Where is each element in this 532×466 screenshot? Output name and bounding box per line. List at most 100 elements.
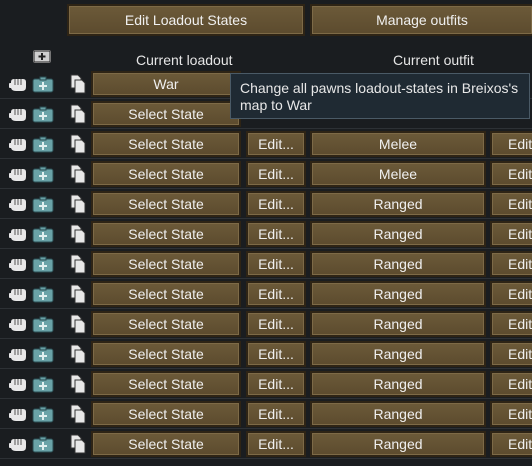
outfit-button[interactable]: Melee: [310, 131, 486, 157]
edit-outfit-button[interactable]: Edit...: [490, 191, 532, 217]
fist-icon[interactable]: [8, 226, 28, 244]
medical-kit-icon[interactable]: [32, 106, 54, 123]
edit-outfit-button[interactable]: Edit...: [490, 371, 532, 397]
medical-kit-icon[interactable]: [32, 136, 54, 153]
copy-icon[interactable]: [70, 314, 86, 334]
edit-loadout-button[interactable]: Edit...: [246, 401, 306, 427]
outfit-button[interactable]: Ranged: [310, 341, 486, 367]
select-state-button[interactable]: Select State: [91, 311, 241, 337]
fist-icon[interactable]: [8, 196, 28, 214]
select-state-button[interactable]: Select State: [91, 161, 241, 187]
fist-icon[interactable]: [8, 76, 28, 94]
edit-outfit-button[interactable]: Edit...: [490, 401, 532, 427]
fist-icon[interactable]: [8, 406, 28, 424]
copy-icon[interactable]: [70, 404, 86, 424]
select-state-button[interactable]: Select State: [91, 101, 241, 127]
edit-loadout-button[interactable]: Edit...: [246, 281, 306, 307]
edit-outfit-button[interactable]: Edit...: [490, 341, 532, 367]
fist-icon[interactable]: [8, 316, 28, 334]
row-divider: [0, 278, 532, 279]
edit-loadout-button[interactable]: Edit...: [246, 191, 306, 217]
current-loadout-header: Current loadout: [136, 52, 233, 68]
row-divider: [0, 368, 532, 369]
fist-icon[interactable]: [8, 346, 28, 364]
edit-outfit-button[interactable]: Edit...: [490, 281, 532, 307]
select-state-button[interactable]: Select State: [91, 281, 241, 307]
row-divider: [0, 128, 532, 129]
select-state-button[interactable]: Select State: [91, 191, 241, 217]
medical-kit-icon[interactable]: [32, 346, 54, 363]
medical-kit-icon[interactable]: [32, 316, 54, 333]
outfit-button[interactable]: Ranged: [310, 401, 486, 427]
fist-icon[interactable]: [8, 376, 28, 394]
medical-kit-icon[interactable]: [32, 166, 54, 183]
copy-icon[interactable]: [70, 254, 86, 274]
fist-icon[interactable]: [8, 286, 28, 304]
outfit-button[interactable]: Ranged: [310, 371, 486, 397]
select-state-button[interactable]: Select State: [91, 401, 241, 427]
select-state-button[interactable]: Select State: [91, 341, 241, 367]
row-divider: [0, 218, 532, 219]
medical-kit-icon[interactable]: [32, 286, 54, 303]
edit-outfit-button[interactable]: Edit...: [490, 221, 532, 247]
edit-outfit-button[interactable]: Edit...: [490, 131, 532, 157]
outfit-button[interactable]: Melee: [310, 161, 486, 187]
tooltip: Change all pawns loadout-states in Breix…: [230, 73, 530, 119]
fist-icon[interactable]: [8, 166, 28, 184]
fist-icon[interactable]: [8, 436, 28, 454]
edit-loadout-button[interactable]: Edit...: [246, 311, 306, 337]
select-state-button[interactable]: Select State: [91, 131, 241, 157]
row-divider: [0, 338, 532, 339]
medical-kit-icon[interactable]: [32, 436, 54, 453]
medical-kit-icon[interactable]: [32, 196, 54, 213]
medical-kit-icon[interactable]: [32, 376, 54, 393]
copy-icon[interactable]: [70, 224, 86, 244]
edit-outfit-button[interactable]: Edit...: [490, 161, 532, 187]
row-divider: [0, 308, 532, 309]
row-divider: [0, 158, 532, 159]
edit-loadout-button[interactable]: Edit...: [246, 221, 306, 247]
edit-outfit-button[interactable]: Edit...: [490, 431, 532, 457]
outfit-button[interactable]: Ranged: [310, 251, 486, 277]
medical-kit-icon[interactable]: [32, 76, 54, 93]
add-icon[interactable]: [33, 50, 51, 63]
medical-kit-icon[interactable]: [32, 406, 54, 423]
copy-icon[interactable]: [70, 164, 86, 184]
copy-icon[interactable]: [70, 374, 86, 394]
medical-kit-icon[interactable]: [32, 226, 54, 243]
copy-icon[interactable]: [70, 194, 86, 214]
fist-icon[interactable]: [8, 136, 28, 154]
edit-loadout-button[interactable]: Edit...: [246, 431, 306, 457]
select-state-button[interactable]: Select State: [91, 431, 241, 457]
row-divider: [0, 398, 532, 399]
select-state-button[interactable]: War: [91, 71, 241, 97]
edit-loadout-states-button[interactable]: Edit Loadout States: [67, 4, 305, 36]
outfit-button[interactable]: Ranged: [310, 311, 486, 337]
select-state-button[interactable]: Select State: [91, 251, 241, 277]
copy-icon[interactable]: [70, 104, 86, 124]
edit-loadout-button[interactable]: Edit...: [246, 371, 306, 397]
edit-loadout-button[interactable]: Edit...: [246, 341, 306, 367]
row-divider: [0, 458, 532, 459]
fist-icon[interactable]: [8, 256, 28, 274]
edit-loadout-button[interactable]: Edit...: [246, 251, 306, 277]
edit-loadout-button[interactable]: Edit...: [246, 131, 306, 157]
outfit-button[interactable]: Ranged: [310, 431, 486, 457]
edit-outfit-button[interactable]: Edit...: [490, 311, 532, 337]
copy-icon[interactable]: [70, 344, 86, 364]
copy-icon[interactable]: [70, 434, 86, 454]
edit-loadout-button[interactable]: Edit...: [246, 161, 306, 187]
outfit-button[interactable]: Ranged: [310, 221, 486, 247]
medical-kit-icon[interactable]: [32, 256, 54, 273]
current-outfit-header: Current outfit: [393, 52, 474, 68]
outfit-button[interactable]: Ranged: [310, 281, 486, 307]
manage-outfits-button[interactable]: Manage outfits: [310, 4, 532, 36]
fist-icon[interactable]: [8, 106, 28, 124]
copy-icon[interactable]: [70, 284, 86, 304]
outfit-button[interactable]: Ranged: [310, 191, 486, 217]
select-state-button[interactable]: Select State: [91, 221, 241, 247]
select-state-button[interactable]: Select State: [91, 371, 241, 397]
edit-outfit-button[interactable]: Edit...: [490, 251, 532, 277]
copy-icon[interactable]: [70, 74, 86, 94]
copy-icon[interactable]: [70, 134, 86, 154]
